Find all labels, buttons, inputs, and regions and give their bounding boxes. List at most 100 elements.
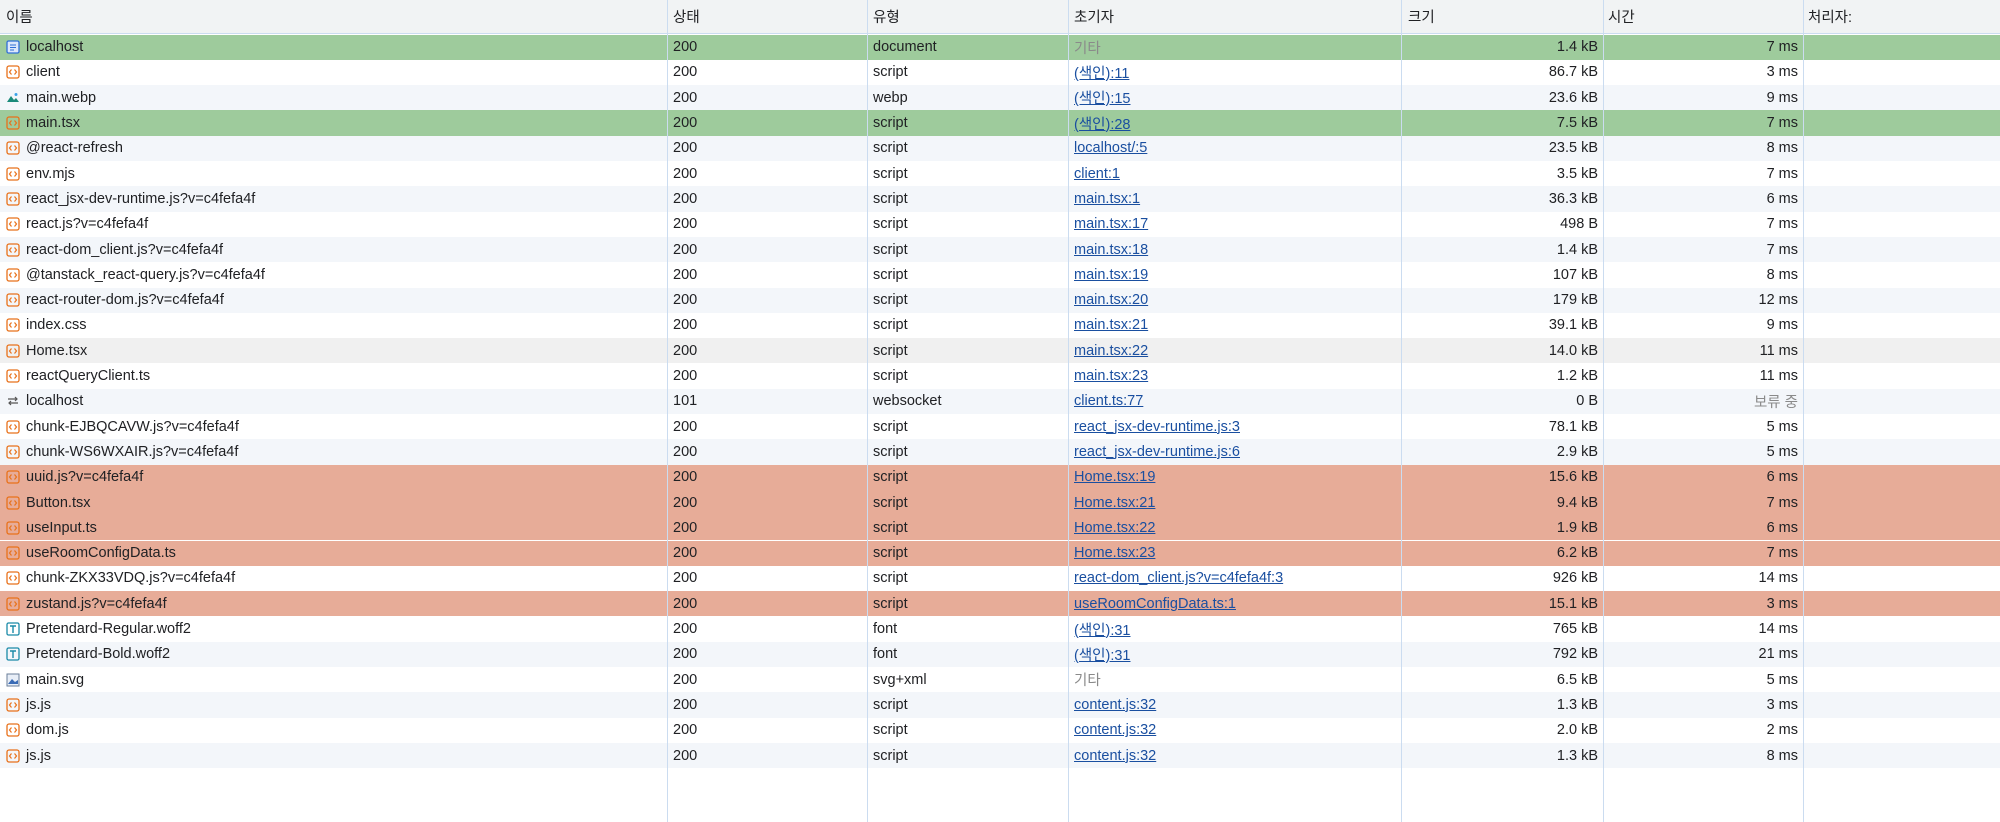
column-divider[interactable] [667, 0, 668, 822]
request-name-cell[interactable]: react-router-dom.js?v=c4fefa4f [6, 288, 666, 313]
initiator-link[interactable]: (색인):31 [1074, 619, 1131, 640]
column-header-type[interactable]: 유형 [873, 0, 1063, 33]
request-name-cell[interactable]: client [6, 60, 666, 85]
initiator-link[interactable]: content.js:32 [1074, 697, 1156, 713]
request-name-cell[interactable]: chunk-EJBQCAVW.js?v=c4fefa4f [6, 414, 666, 439]
table-row[interactable]: uuid.js?v=c4fefa4f 200 script Home.tsx:19 15… [0, 464, 2000, 490]
request-name-cell[interactable]: Pretendard-Bold.woff2 [6, 642, 666, 667]
initiator-link[interactable]: useRoomConfigData.ts:1 [1074, 596, 1236, 612]
table-row[interactable]: zustand.js?v=c4fefa4f 200 script useRoomCon… [0, 591, 2000, 617]
column-divider[interactable] [1803, 0, 1804, 822]
table-row[interactable]: react_jsx-dev-runtime.js?v=c4fefa4f 200 sc… [0, 186, 2000, 212]
initiator-link[interactable]: react-dom_client.js?v=c4fefa4f:3 [1074, 570, 1283, 586]
table-row[interactable]: localhost 200 document 기타 1.4 kB 7 ms [0, 34, 2000, 60]
table-row[interactable]: localhost 101 websocket client.ts:77 0 B 보류 중 [0, 388, 2000, 414]
table-row[interactable]: react.js?v=c4fefa4f 200 script main.tsx:17 4… [0, 211, 2000, 237]
table-row[interactable]: Home.tsx 200 script main.tsx:22 14.0 kB 11 ms [0, 338, 2000, 364]
table-row[interactable]: chunk-WS6WXAIR.js?v=c4fefa4f 200 script rea… [0, 439, 2000, 465]
request-name-cell[interactable]: chunk-ZKX33VDQ.js?v=c4fefa4f [6, 566, 666, 591]
table-row[interactable]: js.js 200 script content.js:32 1.3 kB 8 ms [0, 742, 2000, 769]
request-name-cell[interactable]: localhost [6, 35, 666, 60]
initiator-link[interactable]: main.tsx:23 [1074, 368, 1148, 384]
table-row[interactable]: dom.js 200 script content.js:32 2.0 kB 2 ms [0, 717, 2000, 743]
request-name-cell[interactable]: main.svg [6, 667, 666, 692]
initiator-link[interactable]: content.js:32 [1074, 722, 1156, 738]
column-header-time[interactable]: 시간 [1604, 0, 1798, 33]
initiator-link[interactable]: Home.tsx:23 [1074, 545, 1155, 561]
request-name-cell[interactable]: uuid.js?v=c4fefa4f [6, 465, 666, 490]
initiator-link[interactable]: client:1 [1074, 166, 1120, 182]
initiator-link[interactable]: main.tsx:20 [1074, 292, 1148, 308]
initiator-link[interactable]: main.tsx:1 [1074, 191, 1140, 207]
table-row[interactable]: chunk-ZKX33VDQ.js?v=c4fefa4f 200 script rea… [0, 565, 2000, 592]
column-header-status[interactable]: 상태 [673, 0, 863, 33]
request-name-cell[interactable]: react_jsx-dev-runtime.js?v=c4fefa4f [6, 186, 666, 211]
table-row[interactable]: reactQueryClient.ts 200 script main.tsx:23 1… [0, 363, 2000, 389]
table-row[interactable]: main.tsx 200 script (색인):28 7.5 kB 7 ms [0, 110, 2000, 136]
request-name-cell[interactable]: Button.tsx [6, 490, 666, 515]
initiator-link[interactable]: main.tsx:19 [1074, 267, 1148, 283]
initiator-link[interactable]: main.tsx:21 [1074, 317, 1148, 333]
initiator-link[interactable]: react_jsx-dev-runtime.js:3 [1074, 419, 1240, 435]
column-divider[interactable] [1603, 0, 1604, 822]
request-name-cell[interactable]: dom.js [6, 718, 666, 743]
initiator-link[interactable]: Home.tsx:22 [1074, 520, 1155, 536]
table-row[interactable]: @react-refresh 200 script localhost/:5 23.5 … [0, 135, 2000, 161]
initiator-link[interactable]: (색인):15 [1074, 87, 1131, 108]
initiator-link[interactable]: react_jsx-dev-runtime.js:6 [1074, 444, 1240, 460]
initiator-link[interactable]: client.ts:77 [1074, 393, 1143, 409]
request-name-cell[interactable]: react.js?v=c4fefa4f [6, 212, 666, 237]
request-initiator: (색인):31 [1074, 642, 1398, 667]
request-name-cell[interactable]: useInput.ts [6, 515, 666, 540]
column-header-handler[interactable]: 처리자: [1808, 0, 1998, 33]
request-status: 200 [673, 266, 698, 283]
request-name-cell[interactable]: env.mjs [6, 161, 666, 186]
initiator-link[interactable]: content.js:32 [1074, 748, 1156, 764]
column-divider[interactable] [867, 0, 868, 822]
table-row[interactable]: js.js 200 script content.js:32 1.3 kB 3 ms [0, 692, 2000, 718]
table-row[interactable]: Pretendard-Regular.woff2 200 font (색인):31 76… [0, 616, 2000, 642]
table-row[interactable]: main.webp 200 webp (색인):15 23.6 kB 9 ms [0, 85, 2000, 111]
column-divider[interactable] [1068, 0, 1069, 822]
initiator-link[interactable]: main.tsx:22 [1074, 343, 1148, 359]
table-row[interactable]: index.css 200 script main.tsx:21 39.1 kB 9 ms [0, 312, 2000, 339]
table-row[interactable]: @tanstack_react-query.js?v=c4fefa4f 200 sc… [0, 262, 2000, 288]
initiator-link[interactable]: (색인):28 [1074, 113, 1131, 134]
column-header-size[interactable]: 크기 [1404, 0, 1598, 33]
request-name-cell[interactable]: index.css [6, 313, 666, 338]
initiator-link[interactable]: Home.tsx:19 [1074, 469, 1155, 485]
table-row[interactable]: useInput.ts 200 script Home.tsx:22 1.9 kB 6 m… [0, 515, 2000, 541]
initiator-link[interactable]: Home.tsx:21 [1074, 495, 1155, 511]
initiator-link[interactable]: (색인):31 [1074, 644, 1131, 665]
request-name-cell[interactable]: zustand.js?v=c4fefa4f [6, 591, 666, 616]
request-name-cell[interactable]: main.tsx [6, 110, 666, 135]
request-name-cell[interactable]: @tanstack_react-query.js?v=c4fefa4f [6, 262, 666, 287]
table-row[interactable]: Pretendard-Bold.woff2 200 font (색인):31 792 k… [0, 641, 2000, 667]
table-row[interactable]: useRoomConfigData.ts 200 script Home.tsx:23… [0, 540, 2000, 566]
request-name-cell[interactable]: main.webp [6, 85, 666, 110]
request-name-cell[interactable]: @react-refresh [6, 136, 666, 161]
table-row[interactable]: env.mjs 200 script client:1 3.5 kB 7 ms [0, 161, 2000, 187]
initiator-link[interactable]: (색인):11 [1074, 62, 1129, 83]
table-row[interactable]: client 200 script (색인):11 86.7 kB 3 ms [0, 59, 2000, 86]
request-name-cell[interactable]: js.js [6, 692, 666, 717]
table-row[interactable]: react-router-dom.js?v=c4fefa4f 200 script m… [0, 287, 2000, 313]
table-row[interactable]: Button.tsx 200 script Home.tsx:21 9.4 kB 7 ms [0, 489, 2000, 516]
request-name-cell[interactable]: chunk-WS6WXAIR.js?v=c4fefa4f [6, 439, 666, 464]
request-name-cell[interactable]: Pretendard-Regular.woff2 [6, 616, 666, 641]
request-name-cell[interactable]: reactQueryClient.ts [6, 363, 666, 388]
column-header-name[interactable]: 이름 [6, 0, 666, 33]
table-row[interactable]: react-dom_client.js?v=c4fefa4f 200 script m… [0, 236, 2000, 263]
request-name-cell[interactable]: useRoomConfigData.ts [6, 541, 666, 566]
request-name-cell[interactable]: Home.tsx [6, 338, 666, 363]
table-row[interactable]: chunk-EJBQCAVW.js?v=c4fefa4f 200 script rea… [0, 414, 2000, 440]
request-name-cell[interactable]: js.js [6, 743, 666, 768]
initiator-link[interactable]: main.tsx:17 [1074, 216, 1148, 232]
column-divider[interactable] [1401, 0, 1402, 822]
initiator-link[interactable]: main.tsx:18 [1074, 242, 1148, 258]
request-name-cell[interactable]: localhost [6, 389, 666, 414]
initiator-link[interactable]: localhost/:5 [1074, 140, 1147, 156]
column-header-initiator[interactable]: 초기자 [1074, 0, 1398, 33]
table-row[interactable]: main.svg 200 svg+xml 기타 6.5 kB 5 ms [0, 667, 2000, 693]
request-name-cell[interactable]: react-dom_client.js?v=c4fefa4f [6, 237, 666, 262]
